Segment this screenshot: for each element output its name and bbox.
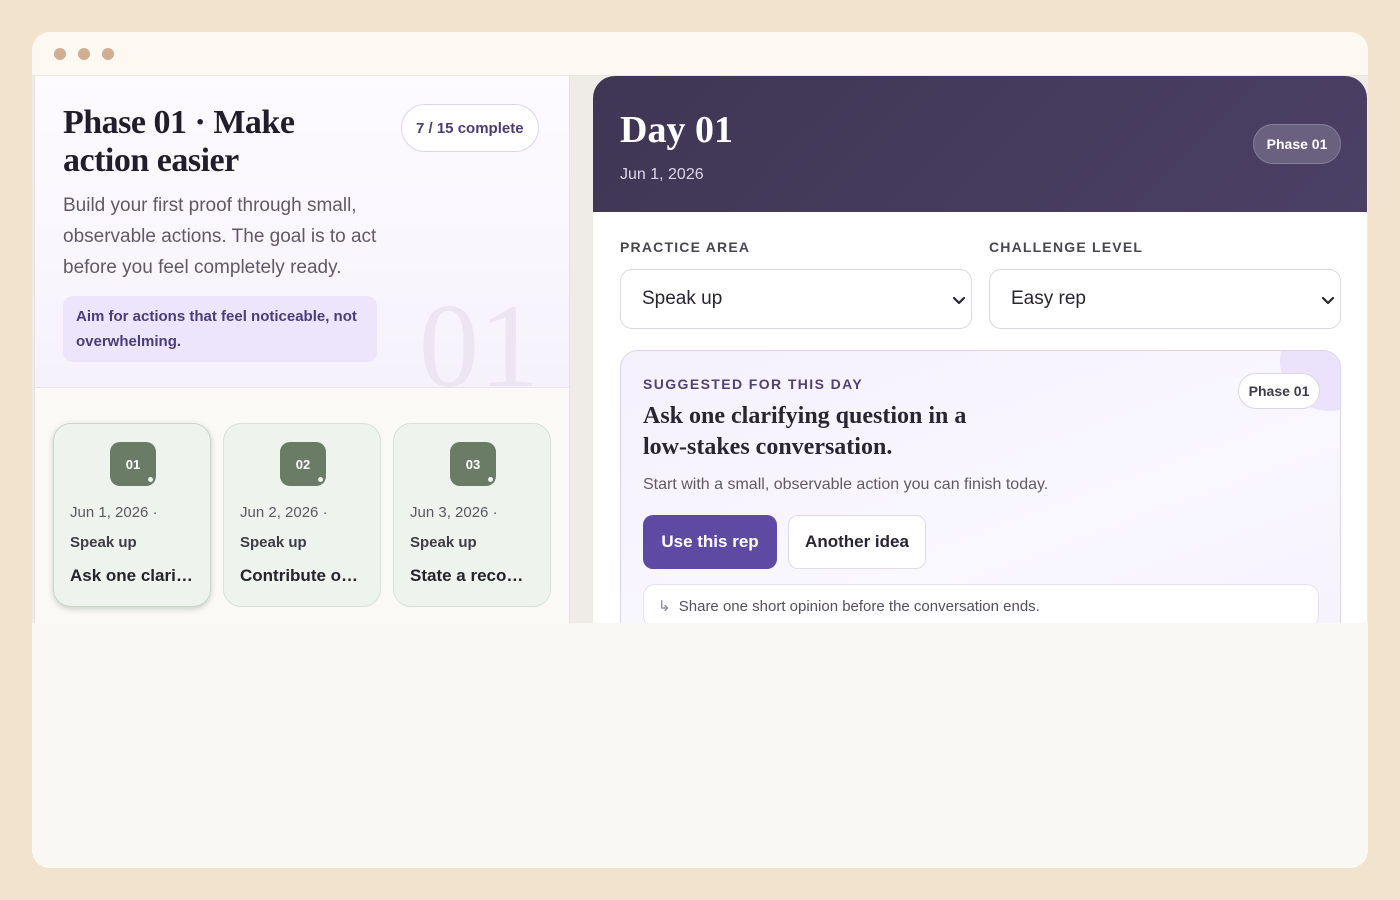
suggestion-title: Ask one clarifying question in a low-sta… [643, 403, 967, 460]
use-this-rep-button[interactable]: Use this rep [643, 515, 777, 569]
app-window: 01 Phase 01 · Make action easier 7 / 15 … [32, 32, 1368, 868]
suggestion-label: SUGGESTED FOR THIS DAY [643, 376, 864, 392]
phase-chip: Phase 01 [1253, 124, 1341, 164]
day-card-area: Speak up [410, 534, 477, 551]
day-card-title: Contribute one idea in a group setting. [240, 566, 368, 585]
status-dot-icon [486, 475, 495, 484]
day-card-title: Ask one clarifying question in a low-sta… [70, 566, 198, 585]
day-header: Day 01 Jun 1, 2026 Phase 01 [593, 76, 1367, 212]
challenge-level-value: Easy rep [1011, 288, 1086, 309]
day-title: Day 01 [620, 109, 733, 151]
phase-watermark: 01 [419, 279, 539, 388]
chevron-down-icon [952, 296, 966, 305]
challenge-level-select[interactable]: Easy rep [989, 269, 1341, 329]
day-badge: 01 [110, 442, 156, 486]
practice-area-select[interactable]: Speak up [620, 269, 972, 329]
another-idea-button[interactable]: Another idea [788, 515, 926, 569]
return-arrow-icon: ↳ [658, 598, 671, 615]
phase-hero: 01 Phase 01 · Make action easier 7 / 15 … [35, 76, 569, 388]
suggestion-description: Start with a small, observable action yo… [643, 476, 1049, 493]
day-card-area: Speak up [70, 534, 137, 551]
page-blank-area [32, 623, 1368, 868]
day-card-date: Jun 3, 2026 · [410, 504, 498, 521]
content-viewport: 01 Phase 01 · Make action easier 7 / 15 … [32, 76, 1368, 623]
status-dot-icon [146, 475, 155, 484]
progress-badge: 7 / 15 complete [401, 104, 539, 152]
day-detail-panel: Day 01 Jun 1, 2026 Phase 01 PRACTICE ARE… [593, 76, 1367, 623]
day-card-03[interactable]: 03 Jun 3, 2026 · Speak up State a recomm… [393, 423, 551, 607]
status-dot-icon [316, 475, 325, 484]
day-card-date: Jun 2, 2026 · [240, 504, 328, 521]
suggestion-phase-chip: Phase 01 [1238, 373, 1320, 409]
phase-description: Build your first proof through small, ob… [63, 195, 377, 278]
day-cards-grid: 01 Jun 1, 2026 · Speak up Ask one clarif… [35, 389, 569, 623]
day-card-01[interactable]: 01 Jun 1, 2026 · Speak up Ask one clarif… [53, 423, 211, 607]
close-window-button[interactable] [54, 47, 66, 60]
practice-area-value: Speak up [642, 288, 723, 309]
phase-panel: 01 Phase 01 · Make action easier 7 / 15 … [34, 76, 570, 623]
suggestion-card: SUGGESTED FOR THIS DAY Phase 01 Ask one … [620, 350, 1341, 623]
chevron-down-icon [1321, 296, 1335, 305]
day-badge: 03 [450, 442, 496, 486]
phase-tip: Aim for actions that feel noticeable, no… [63, 296, 377, 362]
day-date: Jun 1, 2026 [620, 166, 704, 183]
day-card-02[interactable]: 02 Jun 2, 2026 · Speak up Contribute one… [223, 423, 381, 607]
alternative-suggestion[interactable]: ↳ Share one short opinion before the con… [643, 584, 1319, 623]
maximize-window-button[interactable] [102, 47, 114, 60]
challenge-level-label: CHALLENGE LEVEL [989, 239, 1144, 255]
day-badge: 02 [280, 442, 326, 486]
alternative-text: Share one short opinion before the conve… [678, 598, 1040, 615]
minimize-window-button[interactable] [78, 47, 90, 60]
practice-area-label: PRACTICE AREA [620, 239, 751, 255]
day-card-date: Jun 1, 2026 · [70, 504, 158, 521]
day-card-title: State a recommendation clearly. [410, 566, 538, 585]
phase-title: Phase 01 · Make action easier [63, 104, 295, 179]
day-card-area: Speak up [240, 534, 307, 551]
title-bar [32, 32, 1368, 76]
